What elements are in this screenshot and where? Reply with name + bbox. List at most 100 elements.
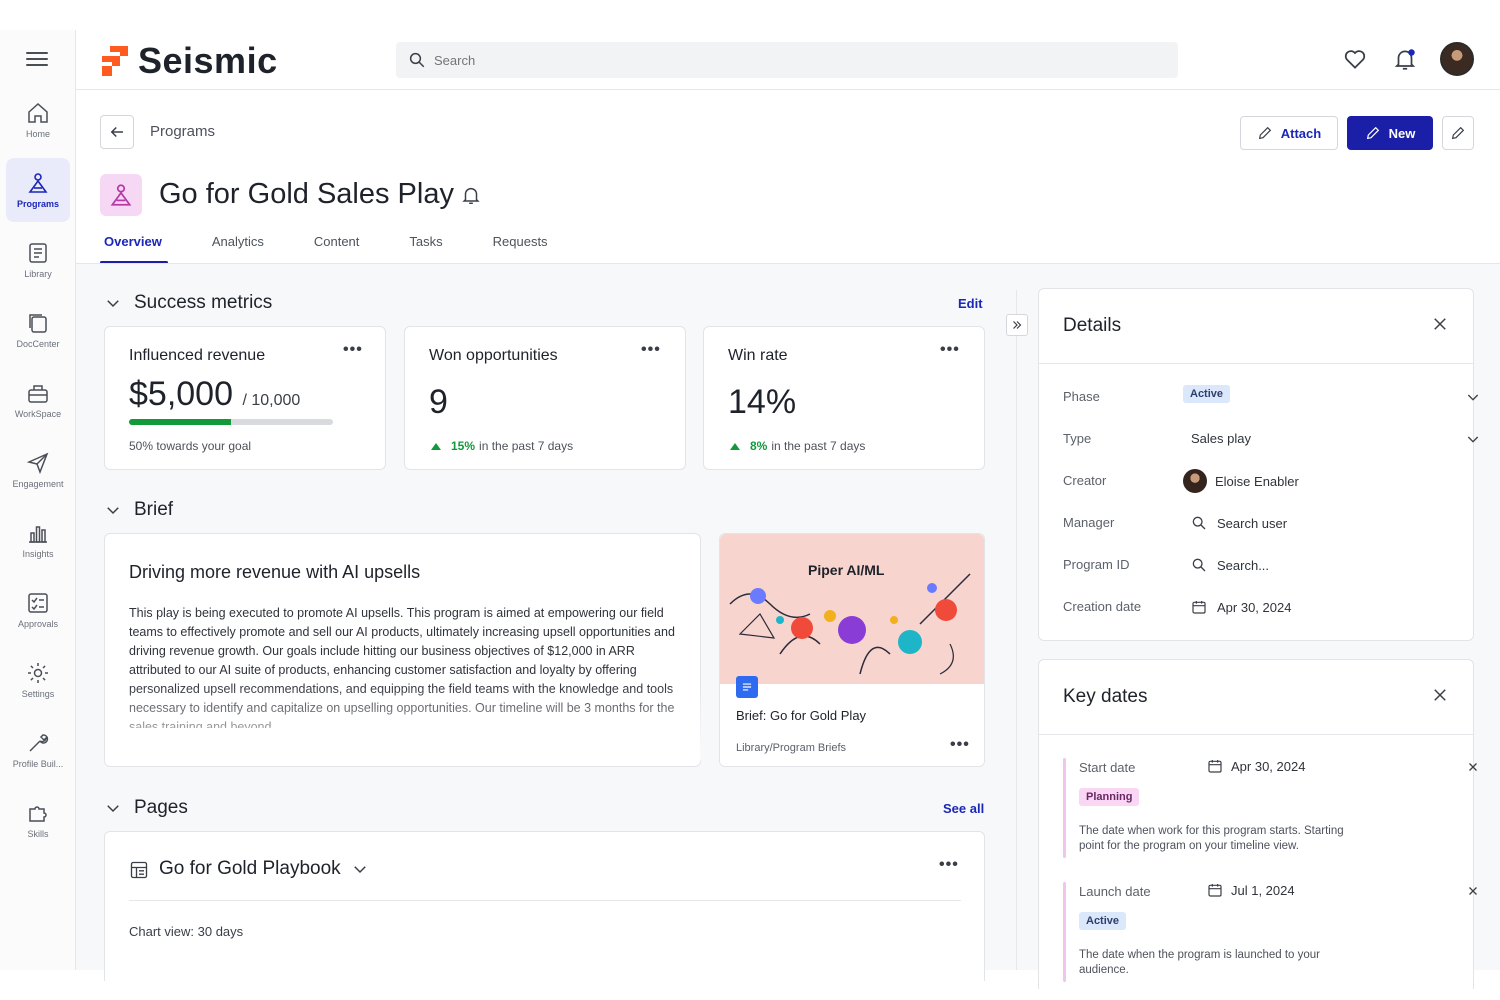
rail-item-engagement[interactable]: Engagement bbox=[6, 438, 70, 502]
detail-label: Creator bbox=[1063, 473, 1107, 488]
creation-date-value[interactable]: Apr 30, 2024 bbox=[1191, 599, 1291, 615]
global-search[interactable] bbox=[396, 42, 1178, 78]
subscribe-bell-icon[interactable] bbox=[460, 184, 482, 206]
playbook-title-dropdown[interactable]: Go for Gold Playbook bbox=[159, 858, 369, 880]
rail-item-approvals[interactable]: Approvals bbox=[6, 578, 70, 642]
detail-label: Creation date bbox=[1063, 599, 1142, 614]
rail-item-profile-builder[interactable]: Profile Buil... bbox=[6, 718, 70, 782]
see-all-pages-link[interactable]: See all bbox=[943, 801, 984, 816]
rail-item-label: WorkSpace bbox=[14, 409, 62, 419]
creator-avatar bbox=[1183, 469, 1207, 493]
type-select[interactable]: Sales play bbox=[1191, 431, 1251, 446]
favorites-button[interactable] bbox=[1340, 44, 1370, 74]
detail-row-type: Type Sales play bbox=[1063, 425, 1479, 455]
close-icon[interactable] bbox=[1467, 885, 1479, 897]
rail-item-label: Skills bbox=[27, 829, 49, 839]
goal-progress-bar bbox=[129, 419, 333, 425]
detail-label: Program ID bbox=[1063, 557, 1130, 572]
tab-overview[interactable]: Overview bbox=[100, 234, 168, 264]
pages-header[interactable]: Pages bbox=[104, 797, 188, 819]
attach-button[interactable]: Attach bbox=[1240, 116, 1338, 150]
settings-icon bbox=[28, 663, 48, 683]
more-options-icon[interactable]: ••• bbox=[641, 341, 661, 359]
close-icon[interactable] bbox=[1431, 686, 1449, 704]
more-options-icon[interactable]: ••• bbox=[343, 341, 363, 359]
home-icon bbox=[28, 102, 48, 123]
tab-tasks[interactable]: Tasks bbox=[405, 234, 446, 264]
detail-label: Type bbox=[1063, 431, 1092, 446]
back-button[interactable] bbox=[100, 115, 134, 149]
creator-value[interactable]: Eloise Enabler bbox=[1183, 469, 1299, 493]
detail-label: Manager bbox=[1063, 515, 1115, 530]
rail-item-skills[interactable]: Skills bbox=[6, 788, 70, 852]
search-input[interactable] bbox=[434, 52, 1034, 68]
goal-progress-text: 50% towards your goal bbox=[129, 439, 252, 453]
key-date-start: Start date Apr 30, 2024 Planning The dat… bbox=[1063, 758, 1477, 862]
tab-content[interactable]: Content bbox=[310, 234, 364, 264]
chevron-down-icon[interactable] bbox=[1465, 431, 1481, 447]
page-title: Go for Gold Sales Play bbox=[159, 178, 454, 210]
tab-analytics[interactable]: Analytics bbox=[208, 234, 268, 264]
brief-media-card[interactable]: Piper AI/ML Brief: Go for Gold Play Libr… bbox=[719, 533, 985, 767]
goal-progress-fill bbox=[129, 419, 231, 425]
more-options-icon[interactable]: ••• bbox=[940, 341, 960, 359]
workspace-icon bbox=[28, 385, 48, 403]
brief-header[interactable]: Brief bbox=[104, 499, 173, 521]
key-date-value[interactable]: Jul 1, 2024 bbox=[1207, 882, 1295, 898]
close-icon[interactable] bbox=[1431, 315, 1449, 333]
rail-item-doccenter[interactable]: DocCenter bbox=[6, 298, 70, 362]
key-date: Apr 30, 2024 bbox=[1231, 758, 1306, 774]
rail-item-label: Profile Buil... bbox=[12, 759, 64, 769]
program-id-search[interactable]: Search... bbox=[1191, 557, 1269, 573]
more-options-icon[interactable]: ••• bbox=[939, 856, 959, 874]
calendar-icon bbox=[1208, 760, 1222, 773]
thumbnail-label: Piper AI/ML bbox=[808, 562, 885, 578]
more-options-icon[interactable]: ••• bbox=[950, 736, 970, 754]
pencil-icon bbox=[1366, 126, 1379, 140]
collapse-panel-button[interactable] bbox=[1006, 314, 1028, 336]
rail-item-settings[interactable]: Settings bbox=[6, 648, 70, 712]
rail-item-programs[interactable]: Programs bbox=[6, 158, 70, 222]
timeline-bar bbox=[1063, 882, 1066, 982]
seismic-logo[interactable]: Seismic bbox=[100, 40, 278, 82]
notifications-button[interactable] bbox=[1390, 44, 1420, 74]
key-date-label: Launch date bbox=[1079, 884, 1151, 899]
metric-trend: 8% in the past 7 days bbox=[730, 439, 865, 453]
key-dates-panel: Key dates Start date Apr 30, 2024 Planni… bbox=[1038, 659, 1477, 989]
user-avatar[interactable] bbox=[1440, 42, 1474, 76]
detail-label: Phase bbox=[1063, 389, 1100, 404]
panel-divider bbox=[1016, 290, 1017, 970]
chart-view-label: Chart view: 30 days bbox=[129, 924, 244, 939]
section-title: Brief bbox=[134, 499, 174, 520]
manager-search[interactable]: Search user bbox=[1191, 515, 1287, 531]
engagement-icon bbox=[26, 452, 49, 475]
close-icon[interactable] bbox=[1467, 761, 1479, 773]
metric-target: / 10,000 bbox=[242, 392, 301, 409]
chevron-down-icon[interactable] bbox=[1465, 389, 1481, 405]
success-metrics-header[interactable]: Success metrics bbox=[104, 292, 272, 314]
metric-title: Won opportunities bbox=[429, 347, 558, 364]
app-name: Seismic bbox=[138, 40, 278, 81]
rail-item-workspace[interactable]: WorkSpace bbox=[6, 368, 70, 432]
rail-item-insights[interactable]: Insights bbox=[6, 508, 70, 572]
rail-item-home[interactable]: Home bbox=[6, 88, 70, 152]
phase-select[interactable]: Active bbox=[1183, 385, 1231, 403]
breadcrumb[interactable]: Programs bbox=[150, 123, 215, 140]
programs-icon bbox=[110, 184, 132, 206]
phase-chip: Active bbox=[1079, 912, 1127, 930]
new-button[interactable]: New bbox=[1347, 116, 1433, 150]
tab-requests[interactable]: Requests bbox=[489, 234, 552, 264]
panel-title: Details bbox=[1063, 315, 1122, 336]
rail-item-library[interactable]: Library bbox=[6, 228, 70, 292]
chevron-down-icon bbox=[107, 805, 119, 813]
edit-metrics-link[interactable]: Edit bbox=[958, 296, 983, 311]
approvals-icon bbox=[28, 593, 48, 613]
chevron-down-icon bbox=[353, 866, 366, 874]
edit-program-button[interactable] bbox=[1442, 116, 1474, 150]
menu-icon[interactable] bbox=[26, 52, 48, 66]
rail-item-label: Programs bbox=[16, 199, 60, 209]
metric-value-number: $5,000 bbox=[129, 375, 233, 413]
dancing-people-illustration bbox=[729, 573, 971, 675]
key-date-value[interactable]: Apr 30, 2024 bbox=[1207, 758, 1305, 774]
trend-text: in the past 7 days bbox=[479, 439, 574, 453]
